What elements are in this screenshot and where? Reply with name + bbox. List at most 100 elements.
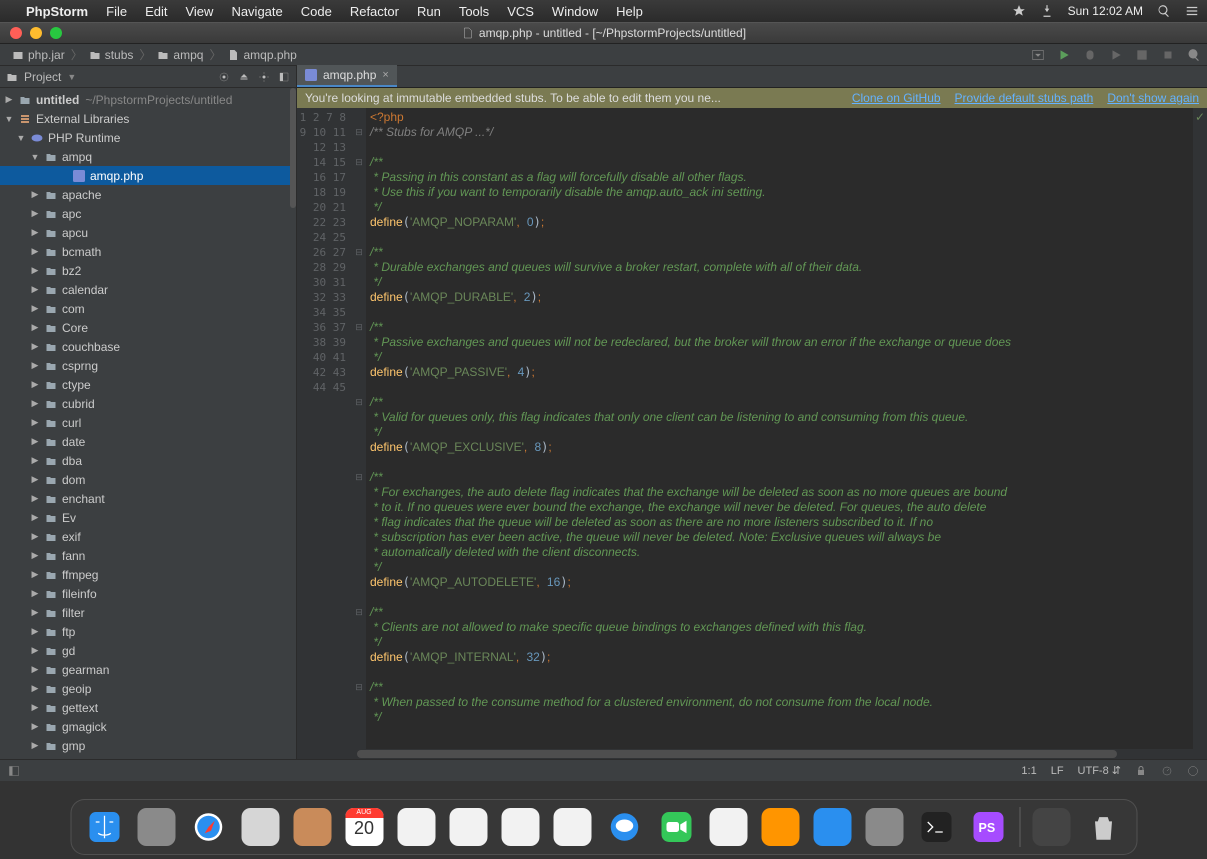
dock-app-maps[interactable] bbox=[497, 804, 543, 850]
menu-list-icon[interactable] bbox=[1185, 4, 1199, 18]
editor-error-stripe[interactable]: ✓ bbox=[1193, 108, 1207, 749]
tree-item[interactable]: gearman bbox=[0, 660, 296, 679]
menu-file[interactable]: File bbox=[106, 4, 127, 19]
tree-item[interactable]: gmp bbox=[0, 736, 296, 755]
tree-item[interactable]: gmagick bbox=[0, 717, 296, 736]
clock[interactable]: Sun 12:02 AM bbox=[1068, 4, 1143, 18]
tree-item[interactable]: filter bbox=[0, 603, 296, 622]
tree-item[interactable]: exif bbox=[0, 527, 296, 546]
menu-tools[interactable]: Tools bbox=[459, 4, 489, 19]
menu-edit[interactable]: Edit bbox=[145, 4, 167, 19]
dock-app-reminders[interactable] bbox=[445, 804, 491, 850]
menu-window[interactable]: Window bbox=[552, 4, 598, 19]
dock-app-itunes[interactable] bbox=[705, 804, 751, 850]
tree-item[interactable]: apc bbox=[0, 204, 296, 223]
dock-app-photos[interactable] bbox=[549, 804, 595, 850]
tree-item[interactable]: ffmpeg bbox=[0, 565, 296, 584]
dock-app-ibooks[interactable] bbox=[757, 804, 803, 850]
dock-app-mail[interactable] bbox=[237, 804, 283, 850]
tree-item[interactable]: ftp bbox=[0, 622, 296, 641]
close-tab-icon[interactable]: × bbox=[382, 69, 388, 81]
dock-app-notes[interactable] bbox=[393, 804, 439, 850]
breadcrumb-item[interactable]: ampq bbox=[151, 48, 209, 62]
tree-item[interactable]: ctype bbox=[0, 375, 296, 394]
search-everywhere-icon[interactable] bbox=[1187, 48, 1201, 62]
tree-item[interactable]: apache bbox=[0, 185, 296, 204]
tree-item[interactable]: com bbox=[0, 299, 296, 318]
dock-app-phpstorm[interactable]: PS bbox=[965, 804, 1011, 850]
tool-windows-icon[interactable] bbox=[8, 765, 20, 777]
breadcrumb-item[interactable]: php.jar bbox=[6, 48, 71, 62]
menu-run[interactable]: Run bbox=[417, 4, 441, 19]
line-separator[interactable]: LF bbox=[1051, 765, 1064, 777]
tree-item[interactable]: cubrid bbox=[0, 394, 296, 413]
tree-item[interactable]: csprng bbox=[0, 356, 296, 375]
editor-tab[interactable]: amqp.php × bbox=[297, 65, 397, 87]
dock-app-messages[interactable] bbox=[601, 804, 647, 850]
dock-app-contacts[interactable] bbox=[289, 804, 335, 850]
tower-icon[interactable] bbox=[1040, 4, 1054, 18]
menu-refactor[interactable]: Refactor bbox=[350, 4, 399, 19]
menu-navigate[interactable]: Navigate bbox=[231, 4, 282, 19]
code-editor[interactable]: 1 2 7 8 9 10 11 12 13 14 15 16 17 18 19 … bbox=[297, 108, 1207, 749]
zoom-window-button[interactable] bbox=[50, 27, 62, 39]
tree-item[interactable]: calendar bbox=[0, 280, 296, 299]
close-window-button[interactable] bbox=[10, 27, 22, 39]
project-tree[interactable]: untitled~/PhpstormProjects/untitledExter… bbox=[0, 88, 296, 759]
dock-app-safari[interactable] bbox=[185, 804, 231, 850]
tree-item[interactable]: bcmath bbox=[0, 242, 296, 261]
code-content[interactable]: <?php /** Stubs for AMQP ...*/ /** * Pas… bbox=[366, 108, 1193, 749]
dock-app-settings[interactable] bbox=[861, 804, 907, 850]
inspection-ok-icon[interactable]: ✓ bbox=[1195, 110, 1205, 124]
line-gutter[interactable]: 1 2 7 8 9 10 11 12 13 14 15 16 17 18 19 … bbox=[297, 108, 352, 749]
settings-gear-icon[interactable] bbox=[258, 71, 270, 83]
status-icon[interactable] bbox=[1012, 4, 1026, 18]
inspection-profile-icon[interactable] bbox=[1161, 765, 1173, 777]
project-panel-title[interactable]: Project bbox=[24, 70, 61, 84]
tree-item[interactable]: fann bbox=[0, 546, 296, 565]
breadcrumb-item[interactable]: amqp.php bbox=[221, 48, 302, 62]
readonly-lock-icon[interactable] bbox=[1135, 765, 1147, 777]
tree-item[interactable]: untitled~/PhpstormProjects/untitled bbox=[0, 90, 296, 109]
horizontal-scrollbar[interactable] bbox=[297, 749, 1207, 759]
coverage-icon[interactable] bbox=[1109, 48, 1123, 62]
tree-item[interactable]: External Libraries bbox=[0, 109, 296, 128]
tree-item[interactable]: ampq bbox=[0, 147, 296, 166]
dock-trash-icon[interactable] bbox=[1080, 804, 1126, 850]
tree-item[interactable]: couchbase bbox=[0, 337, 296, 356]
tree-item[interactable]: date bbox=[0, 432, 296, 451]
tree-item[interactable]: bz2 bbox=[0, 261, 296, 280]
run-config-dropdown[interactable] bbox=[1031, 48, 1045, 62]
menu-help[interactable]: Help bbox=[616, 4, 643, 19]
tree-item[interactable]: gd bbox=[0, 641, 296, 660]
dock-app-launchpad[interactable] bbox=[133, 804, 179, 850]
menu-code[interactable]: Code bbox=[301, 4, 332, 19]
minimize-window-button[interactable] bbox=[30, 27, 42, 39]
tree-item[interactable]: dom bbox=[0, 470, 296, 489]
tree-scrollbar[interactable] bbox=[290, 88, 296, 208]
stop-button-icon[interactable] bbox=[1161, 48, 1175, 62]
debug-button-icon[interactable] bbox=[1083, 48, 1097, 62]
spotlight-icon[interactable] bbox=[1157, 4, 1171, 18]
run-button-icon[interactable] bbox=[1057, 48, 1071, 62]
dock-app-finder[interactable] bbox=[81, 804, 127, 850]
tree-item[interactable]: Core bbox=[0, 318, 296, 337]
profiler-icon[interactable] bbox=[1135, 48, 1149, 62]
tree-item[interactable]: fileinfo bbox=[0, 584, 296, 603]
app-name[interactable]: PhpStorm bbox=[26, 4, 88, 19]
hide-panel-icon[interactable] bbox=[278, 71, 290, 83]
menu-vcs[interactable]: VCS bbox=[507, 4, 534, 19]
caret-position[interactable]: 1:1 bbox=[1021, 765, 1036, 777]
tree-item[interactable]: PHP Runtime bbox=[0, 128, 296, 147]
tree-item[interactable]: enchant bbox=[0, 489, 296, 508]
dock-app-calendar[interactable]: AUG20 bbox=[341, 804, 387, 850]
dock-app-terminal[interactable] bbox=[913, 804, 959, 850]
tree-item[interactable]: amqp.php bbox=[0, 166, 296, 185]
fold-gutter[interactable]: ⊟⊟⊟⊟⊟⊟⊟⊟ bbox=[352, 108, 366, 749]
menu-view[interactable]: View bbox=[185, 4, 213, 19]
banner-link-hide[interactable]: Don't show again bbox=[1107, 91, 1199, 105]
memory-indicator-icon[interactable] bbox=[1187, 765, 1199, 777]
dock-app-facetime[interactable] bbox=[653, 804, 699, 850]
tree-item[interactable]: apcu bbox=[0, 223, 296, 242]
banner-link-stubs[interactable]: Provide default stubs path bbox=[955, 91, 1094, 105]
